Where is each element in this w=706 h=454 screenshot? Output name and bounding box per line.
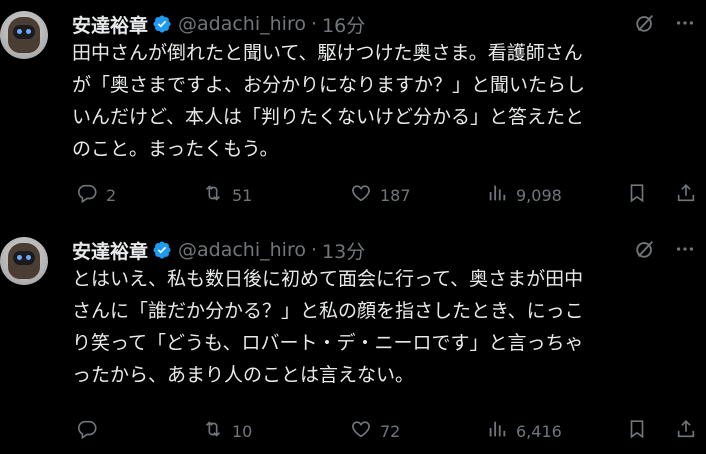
like-button[interactable]: 72: [350, 418, 400, 444]
avatar[interactable]: [0, 237, 48, 285]
share-icon: [675, 418, 697, 444]
tweet-actions: 2 51 187 9,098: [72, 182, 702, 208]
tweet-header: 安達裕章 @adachi_hiro · 13分: [72, 237, 365, 264]
grok-icon[interactable]: [634, 238, 656, 260]
reply-count: 2: [106, 185, 117, 205]
reply-button[interactable]: 2: [76, 182, 116, 208]
robot-eye: [17, 255, 22, 260]
more-icon[interactable]: [674, 238, 696, 260]
display-name[interactable]: 安達裕章: [72, 11, 148, 38]
user-handle[interactable]: @adachi_hiro: [178, 239, 306, 261]
like-count: 72: [380, 421, 401, 441]
tweet-text: 田中さんが倒れたと聞いて、駆けつけた奥さま。看護師さん が「奥さまですよ、お分か…: [72, 42, 586, 160]
repost-count: 10: [232, 421, 253, 441]
display-name[interactable]: 安達裕章: [72, 237, 148, 264]
robot-face: [13, 25, 35, 39]
robot-face: [13, 251, 35, 265]
tweet-actions: 10 72 6,416: [72, 418, 702, 444]
repost-icon: [202, 182, 224, 208]
heart-icon: [350, 418, 372, 444]
view-count: 6,416: [516, 421, 562, 441]
views-icon: [486, 182, 508, 208]
share-button[interactable]: [675, 182, 697, 208]
share-button[interactable]: [675, 418, 697, 444]
tweet[interactable]: 安達裕章 @adachi_hiro · 16分 田中さんが倒れたと聞いて、駆けつ…: [0, 0, 706, 226]
reply-button[interactable]: [76, 418, 106, 444]
repost-count: 51: [232, 185, 253, 205]
bookmark-button[interactable]: [626, 418, 648, 444]
separator-dot: ·: [310, 13, 318, 35]
tweet-header: 安達裕章 @adachi_hiro · 16分: [72, 11, 365, 38]
reply-icon: [76, 418, 98, 444]
robot-eye: [17, 29, 22, 34]
repost-button[interactable]: 10: [202, 418, 252, 444]
grok-icon[interactable]: [634, 12, 656, 34]
robot-eye: [26, 29, 31, 34]
like-button[interactable]: 187: [350, 182, 411, 208]
verified-badge-icon: [152, 240, 172, 260]
timestamp[interactable]: 16分: [322, 11, 365, 38]
timestamp[interactable]: 13分: [322, 237, 365, 264]
views-icon: [486, 418, 508, 444]
bookmark-button[interactable]: [626, 182, 648, 208]
repost-icon: [202, 418, 224, 444]
heart-icon: [350, 182, 372, 208]
separator-dot: ·: [310, 239, 318, 261]
robot-head: [8, 17, 40, 53]
user-handle[interactable]: @adachi_hiro: [178, 13, 306, 35]
more-icon[interactable]: [674, 12, 696, 34]
bookmark-icon: [626, 182, 648, 208]
repost-button[interactable]: 51: [202, 182, 252, 208]
verified-badge-icon: [152, 14, 172, 34]
like-count: 187: [380, 185, 411, 205]
share-icon: [675, 182, 697, 208]
robot-head: [8, 243, 40, 279]
views-button[interactable]: 9,098: [486, 182, 562, 208]
robot-eye: [26, 255, 31, 260]
tweet[interactable]: 安達裕章 @adachi_hiro · 13分 とはいえ、私も数日後に初めて面会…: [0, 226, 706, 454]
view-count: 9,098: [516, 185, 562, 205]
tweet-thread: 安達裕章 @adachi_hiro · 16分 田中さんが倒れたと聞いて、駆けつ…: [0, 0, 706, 454]
avatar[interactable]: [0, 11, 48, 59]
reply-icon: [76, 182, 98, 208]
bookmark-icon: [626, 418, 648, 444]
tweet-text: とはいえ、私も数日後に初めて面会に行って、奥さまが田中 さんに「誰だか分かる？」…: [72, 268, 584, 386]
views-button[interactable]: 6,416: [486, 418, 562, 444]
